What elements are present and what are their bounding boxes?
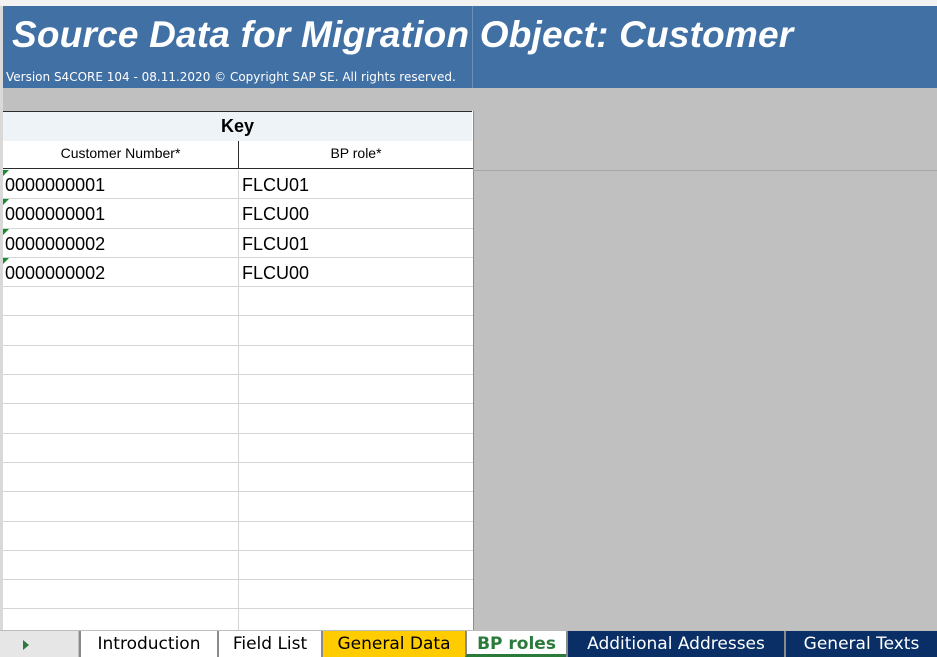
cell-bp-role[interactable] [239,404,473,432]
cell-bp-role[interactable] [239,375,473,403]
key-group-header: Key [3,111,472,142]
cell-customer-number[interactable] [3,404,239,433]
table-row-empty [3,404,473,434]
cell-customer-number[interactable] [3,492,239,521]
cell-bp-role[interactable]: FLCU01 [239,170,473,198]
table-row-empty [3,609,473,630]
cell-bp-role[interactable]: FLCU00 [239,258,473,286]
cell-bp-role[interactable] [239,346,473,374]
cell-bp-role[interactable] [239,522,473,550]
cell-bp-role[interactable] [239,434,473,462]
triangle-right-icon [23,640,29,650]
cell-bp-role[interactable] [239,463,473,491]
tab-additional-addresses[interactable]: Additional Addresses [566,631,784,657]
table-row-empty [3,433,473,463]
table-row-empty [3,492,473,522]
table-row: 0000000001 FLCU01 [3,170,473,200]
column-header-bp-role[interactable]: BP role* [239,141,473,169]
table-row-empty [3,375,473,405]
cell-customer-number[interactable] [3,316,239,345]
version-text: Version S4CORE 104 - 08.11.2020 © Copyri… [6,70,456,84]
cell-customer-number[interactable] [3,550,239,580]
cell-customer-number[interactable]: 0000000001 [3,170,239,199]
cell-customer-number[interactable] [3,345,239,375]
cell-customer-number[interactable] [3,287,239,316]
data-sheet: Key Customer Number* BP role* 0000000001… [3,111,474,630]
tab-general-data[interactable]: General Data [321,631,465,657]
table-row-empty [3,316,473,346]
cell-customer-number[interactable]: 0000000002 [3,257,239,287]
table-row-empty [3,521,473,551]
green-corner-triangle-icon [3,257,9,264]
page-title: Source Data for Migration Object: Custom… [12,14,794,55]
table-row-empty [3,462,473,493]
cell-bp-role[interactable] [239,316,473,344]
table-row-empty [3,580,473,610]
green-corner-triangle-icon [3,170,9,176]
tab-field-list[interactable]: Field List [217,631,321,657]
banner-divider [472,6,473,88]
cell-customer-number[interactable] [3,521,239,550]
cell-customer-number[interactable] [3,375,239,404]
table-row-empty [3,345,473,376]
cell-bp-role[interactable] [239,287,473,315]
gray-area-gridline [473,170,937,171]
table-row-empty [3,287,473,317]
sheet-tab-bar: Introduction Field List General Data BP … [0,630,937,657]
cell-customer-number[interactable] [3,609,239,630]
cell-bp-role[interactable] [239,492,473,520]
cell-customer-number[interactable]: 0000000002 [3,228,239,257]
cell-bp-role[interactable]: FLCU01 [239,229,473,257]
tab-bp-roles[interactable]: BP roles [465,631,566,657]
cell-bp-role[interactable]: FLCU00 [239,199,473,227]
cell-bp-role[interactable] [239,551,473,579]
title-banner: Source Data for Migration Object: Custom… [3,6,937,88]
cell-bp-role[interactable] [239,609,473,630]
green-corner-triangle-icon [3,228,9,235]
table-row: 0000000002 FLCU00 [3,257,473,288]
cell-customer-number[interactable] [3,462,239,492]
tab-general-texts[interactable]: General Texts [784,631,937,657]
table-body: 0000000001 FLCU01 0000000001 FLCU00 0000… [3,170,473,630]
cell-customer-number[interactable]: 0000000001 [3,199,239,228]
sheet-nav-button[interactable] [0,631,79,657]
green-corner-triangle-icon [3,199,9,206]
tab-introduction[interactable]: Introduction [79,631,217,657]
table-row: 0000000001 FLCU00 [3,199,473,229]
table-row: 0000000002 FLCU01 [3,228,473,258]
gray-spacer-row [3,88,473,111]
cell-customer-number[interactable] [3,433,239,462]
column-header-customer-number[interactable]: Customer Number* [3,141,239,169]
cell-customer-number[interactable] [3,580,239,609]
table-row-empty [3,550,473,581]
cell-bp-role[interactable] [239,580,473,608]
